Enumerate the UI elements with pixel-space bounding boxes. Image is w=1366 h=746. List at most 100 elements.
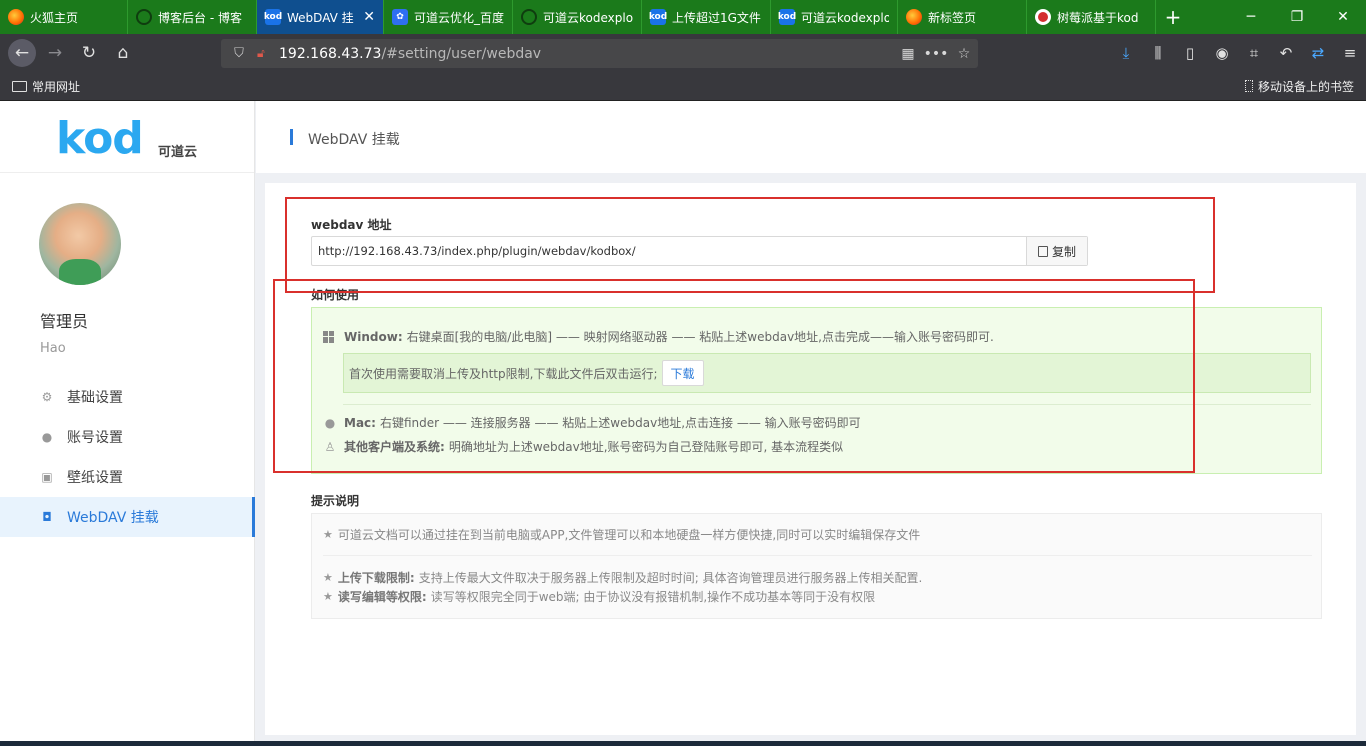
library-icon[interactable]: ⫼ — [1142, 44, 1174, 62]
user-icon: ● — [41, 430, 53, 444]
tip-label: 读写编辑等权限: — [337, 590, 427, 604]
raspberry-icon — [1035, 9, 1051, 25]
back-button[interactable]: ← — [8, 39, 36, 67]
account-icon[interactable]: ◉ — [1206, 44, 1238, 62]
tips-title: 提示说明 — [311, 494, 360, 508]
tip-line: ★ 可道云文档可以通过挂在到当前电脑或APP,文件管理可以和本地硬盘一样方便快捷… — [323, 526, 920, 543]
minimize-icon[interactable]: ─ — [1228, 0, 1274, 34]
reload-button[interactable]: ↻ — [74, 38, 104, 68]
url-host: 192.168.43.73 — [279, 45, 382, 62]
restore-icon[interactable]: ❐ — [1274, 0, 1320, 34]
os-taskbar — [0, 741, 1366, 746]
bookmark-star-icon[interactable]: ☆ — [950, 46, 978, 62]
browser-tab[interactable]: 火狐主页 — [0, 0, 128, 34]
bookmarks-toolbar: 常用网址 移动设备上的书签 — [0, 72, 1366, 101]
firefox-icon — [8, 9, 24, 25]
new-tab-button[interactable]: + — [1156, 0, 1190, 34]
bookmark-folder[interactable]: 常用网址 — [12, 78, 80, 95]
address-bar[interactable]: ⛉ 🔓︎ 192.168.43.73/#setting/user/webdav … — [221, 39, 978, 68]
firefox-icon — [906, 9, 922, 25]
bookmark-label: 常用网址 — [32, 79, 81, 94]
qrcode-icon[interactable]: ▦ — [894, 46, 922, 62]
content-header: WebDAV 挂载 — [256, 101, 1366, 173]
tip-text: 支持上传最大文件取决于服务器上传限制及超时时间; 具体咨询管理员进行服务器上传相… — [418, 571, 923, 585]
sync-icon[interactable]: ⇄ — [1302, 44, 1334, 62]
kod-icon: kod — [778, 9, 796, 25]
sidebar-item-label: WebDAV 挂载 — [67, 510, 159, 526]
browser-tab[interactable]: kod 可道云kodexplo — [771, 0, 898, 34]
tab-title: 博客后台 - 博客 — [158, 10, 242, 25]
sidebar-item-account[interactable]: ● 账号设置 — [0, 417, 255, 457]
annotation-box-howto — [273, 279, 1195, 473]
mobile-bookmarks[interactable]: 移动设备上的书签 — [1244, 78, 1354, 95]
undo-icon[interactable]: ↶ — [1270, 44, 1302, 62]
browser-tab[interactable]: ✿ 可道云优化_百度 — [384, 0, 513, 34]
sidebar-item-label: 壁纸设置 — [67, 470, 123, 486]
browser-navbar: ← → ↻ ⌂ ⛉ 🔓︎ 192.168.43.73/#setting/user… — [0, 34, 1366, 72]
home-button[interactable]: ⌂ — [108, 38, 138, 68]
wordpress-icon — [136, 9, 152, 25]
sidebar: kod 可道云 管理员 Hao ⚙ 基础设置 ● 账号设置 ▣ 壁纸设置 ◘ W… — [0, 101, 255, 746]
close-window-icon[interactable]: ✕ — [1320, 0, 1366, 34]
tab-title: 上传超过1G文件 — [672, 10, 761, 25]
sidebar-item-label: 账号设置 — [67, 430, 123, 446]
browser-tab[interactable]: kod 上传超过1G文件 — [642, 0, 771, 34]
folder-icon — [12, 80, 27, 92]
toolbar-right: ⤓ ⫼ ▯ ◉ ⌗ ↶ ⇄ ≡ — [1110, 34, 1366, 72]
title-accent-bar — [290, 129, 293, 145]
sidebar-toggle-icon[interactable]: ▯ — [1174, 44, 1206, 62]
tip-label: 上传下载限制: — [337, 571, 415, 585]
crop-icon[interactable]: ⌗ — [1238, 44, 1270, 62]
tab-title: 可道云优化_百度 — [414, 10, 504, 25]
browser-tab[interactable]: 新标签页 — [898, 0, 1027, 34]
browser-tab[interactable]: 可道云kodexplo — [513, 0, 642, 34]
menu-icon[interactable]: ≡ — [1334, 44, 1366, 62]
kod-logo[interactable]: kod — [56, 115, 144, 163]
mobile-icon — [1244, 80, 1253, 92]
tab-title: WebDAV 挂 — [287, 10, 354, 25]
browser-tab[interactable]: 博客后台 - 博客 — [128, 0, 257, 34]
user-nickname: Hao — [40, 341, 66, 356]
tip-text: 可道云文档可以通过挂在到当前电脑或APP,文件管理可以和本地硬盘一样方便快捷,同… — [337, 528, 921, 542]
logo-area: kod 可道云 — [0, 101, 254, 173]
divider — [323, 555, 1312, 556]
logo-subtitle: 可道云 — [158, 145, 198, 160]
insecure-lock-icon[interactable]: 🔓︎ — [257, 46, 273, 61]
tip-text: 读写等权限完全同于web端; 由于协议没有报错机制,操作不成功基本等同于没有权限 — [430, 590, 876, 604]
tip-line: ★ 上传下载限制: 支持上传最大文件取决于服务器上传限制及超时时间; 具体咨询管… — [323, 569, 922, 586]
star-icon: ★ — [323, 571, 333, 584]
user-name: 管理员 — [40, 312, 89, 331]
download-icon[interactable]: ⤓ — [1110, 44, 1142, 62]
star-icon: ★ — [323, 590, 333, 603]
tab-title: 火狐主页 — [30, 10, 79, 25]
settings-menu: ⚙ 基础设置 ● 账号设置 ▣ 壁纸设置 ◘ WebDAV 挂载 — [0, 377, 255, 537]
forward-button[interactable]: → — [40, 38, 70, 68]
url-path: /#setting/user/webdav — [381, 45, 542, 62]
close-tab-icon[interactable]: ✕ — [355, 9, 375, 25]
kod-icon: kod — [649, 9, 667, 25]
page-actions-icon[interactable]: ••• — [922, 46, 950, 62]
gears-icon: ⚙ — [41, 390, 53, 404]
sidebar-item-wallpaper[interactable]: ▣ 壁纸设置 — [0, 457, 255, 497]
sidebar-item-webdav[interactable]: ◘ WebDAV 挂载 — [0, 497, 255, 537]
tips-box: ★ 可道云文档可以通过挂在到当前电脑或APP,文件管理可以和本地硬盘一样方便快捷… — [311, 513, 1322, 619]
avatar[interactable] — [39, 203, 121, 285]
browser-tab-strip: 火狐主页 博客后台 - 博客 kod WebDAV 挂 ✕ ✿ 可道云优化_百度… — [0, 0, 1366, 34]
window-controls: ─ ❐ ✕ — [1228, 0, 1366, 34]
browser-tab[interactable]: 树莓派基于kod — [1027, 0, 1156, 34]
tip-line: ★ 读写编辑等权限: 读写等权限完全同于web端; 由于协议没有报错机制,操作不… — [323, 588, 875, 605]
image-icon: ▣ — [41, 470, 53, 484]
bookmark-label: 移动设备上的书签 — [1257, 79, 1354, 94]
wordpress-icon — [521, 9, 537, 25]
sidebar-item-basic[interactable]: ⚙ 基础设置 — [0, 377, 255, 417]
tab-title: 可道云kodexplo — [543, 10, 633, 25]
tab-title: 树莓派基于kod — [1057, 10, 1139, 25]
page-title: WebDAV 挂载 — [308, 132, 400, 148]
tab-title: 新标签页 — [928, 10, 977, 25]
webdav-icon: ◘ — [42, 510, 52, 524]
kod-icon: kod — [264, 9, 282, 25]
baidu-icon: ✿ — [392, 9, 408, 25]
tab-title: 可道云kodexplo — [801, 10, 889, 25]
shield-icon[interactable]: ⛉ — [229, 46, 249, 61]
browser-tab-active[interactable]: kod WebDAV 挂 ✕ — [257, 0, 384, 34]
